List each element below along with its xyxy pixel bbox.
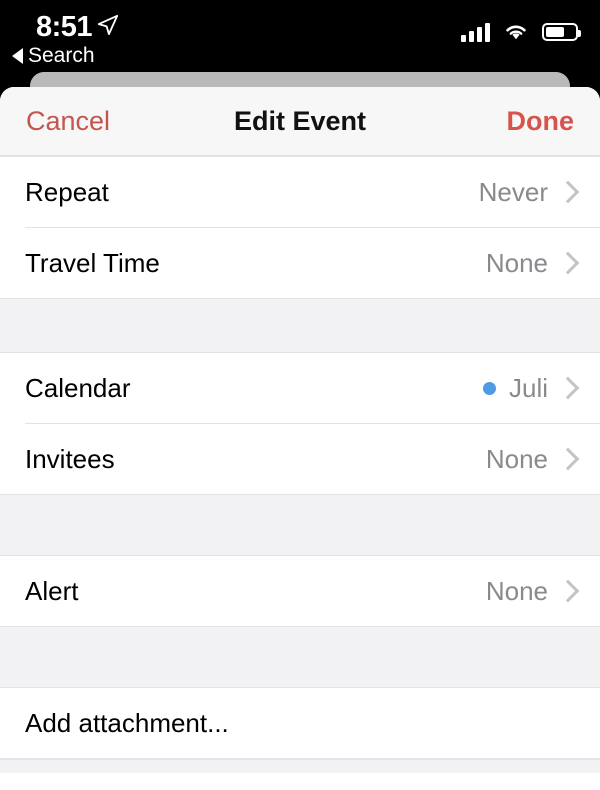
row-value-group: None: [486, 576, 582, 606]
edit-event-sheet: Cancel Edit Event Done Repeat Never Trav…: [0, 87, 600, 790]
section-attachment: Add attachment...: [0, 688, 600, 759]
row-label: Repeat: [25, 177, 109, 207]
event-detail-list: Repeat Never Travel Time None Calendar J…: [0, 156, 600, 773]
section-alert: Alert None: [0, 556, 600, 626]
wifi-icon: [506, 25, 526, 40]
cellular-signal-icon: [461, 22, 490, 42]
row-alert[interactable]: Alert None: [0, 556, 600, 626]
battery-icon: [542, 23, 581, 41]
row-label: Calendar: [25, 373, 131, 403]
done-button[interactable]: Done: [507, 106, 575, 136]
section-gap: [0, 494, 600, 556]
row-invitees[interactable]: Invitees None: [0, 424, 600, 494]
row-label: Add attachment...: [25, 708, 229, 738]
section-schedule: Repeat Never Travel Time None: [0, 156, 600, 298]
section-calendar: Calendar Juli Invitees None: [0, 353, 600, 494]
row-value-group: None: [486, 444, 582, 474]
row-value-group: None: [486, 248, 582, 278]
row-value: Juli: [508, 373, 548, 403]
navigation-bar: Cancel Edit Event Done: [0, 87, 600, 156]
calendar-color-dot-icon: [482, 381, 496, 395]
status-indicators: [461, 22, 581, 42]
row-value: Never: [478, 177, 548, 207]
section-gap: [0, 298, 600, 353]
chevron-right-icon: [556, 447, 580, 471]
location-arrow-icon: [97, 14, 119, 36]
row-value: None: [485, 444, 548, 474]
row-label: Alert: [25, 576, 79, 606]
chevron-right-icon: [556, 180, 580, 204]
row-label: Invitees: [25, 444, 115, 474]
back-to-search-button[interactable]: Search: [12, 44, 95, 68]
row-travel-time[interactable]: Travel Time None: [0, 228, 600, 298]
back-label: Search: [28, 44, 95, 67]
cancel-button[interactable]: Cancel: [26, 106, 110, 136]
section-gap-bottom: [0, 759, 600, 773]
row-repeat[interactable]: Repeat Never: [0, 157, 600, 227]
phone-screen: 8:51 Search Cancel Edit Event Done Repea…: [0, 0, 600, 790]
row-label: Travel Time: [25, 248, 160, 278]
row-calendar[interactable]: Calendar Juli: [0, 353, 600, 423]
row-value-group: Never: [479, 177, 582, 207]
chevron-right-icon: [556, 376, 580, 400]
row-value: None: [485, 248, 548, 278]
back-triangle-icon: [12, 48, 23, 64]
section-gap: [0, 626, 600, 688]
row-value: None: [485, 576, 548, 606]
row-add-attachment[interactable]: Add attachment...: [0, 688, 600, 758]
status-time: 8:51: [36, 11, 93, 43]
row-value-group: Juli: [482, 373, 582, 403]
chevron-right-icon: [556, 251, 580, 275]
chevron-right-icon: [556, 579, 580, 603]
